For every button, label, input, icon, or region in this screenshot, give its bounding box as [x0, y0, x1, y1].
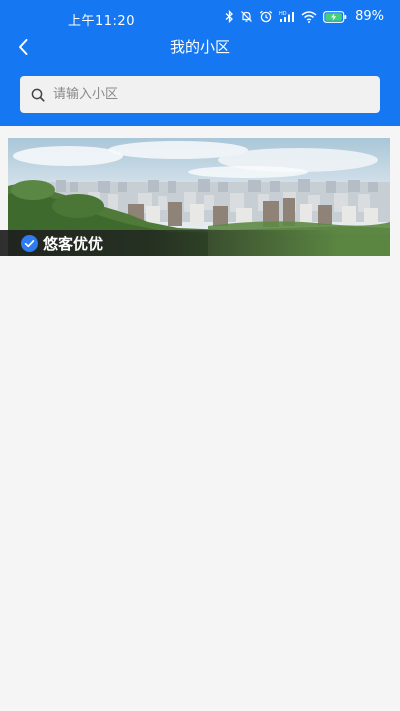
silent-bell-icon	[240, 10, 253, 23]
app-header: 上午11:20 HD 89% 我的小区 请输入小区	[0, 0, 400, 126]
search-box[interactable]	[20, 76, 380, 113]
search-icon	[31, 88, 45, 102]
search-input[interactable]	[51, 86, 355, 103]
network-type-label: HD	[279, 11, 287, 17]
community-name: 悠客优优	[43, 234, 104, 253]
status-time: 上午11:20	[68, 14, 135, 29]
bluetooth-icon	[225, 10, 234, 23]
page-title: 我的小区	[169, 38, 230, 56]
status-icons: HD 89%	[225, 9, 384, 24]
wifi-icon	[301, 10, 317, 23]
check-circle-icon	[21, 234, 38, 252]
signal-icon: HD	[279, 10, 295, 23]
alarm-icon	[259, 10, 273, 23]
battery-charging-icon	[323, 10, 347, 23]
community-label[interactable]: 悠客优优	[0, 230, 340, 256]
nav-bar: 我的小区	[0, 30, 400, 64]
battery-percent: 89%	[355, 9, 384, 24]
